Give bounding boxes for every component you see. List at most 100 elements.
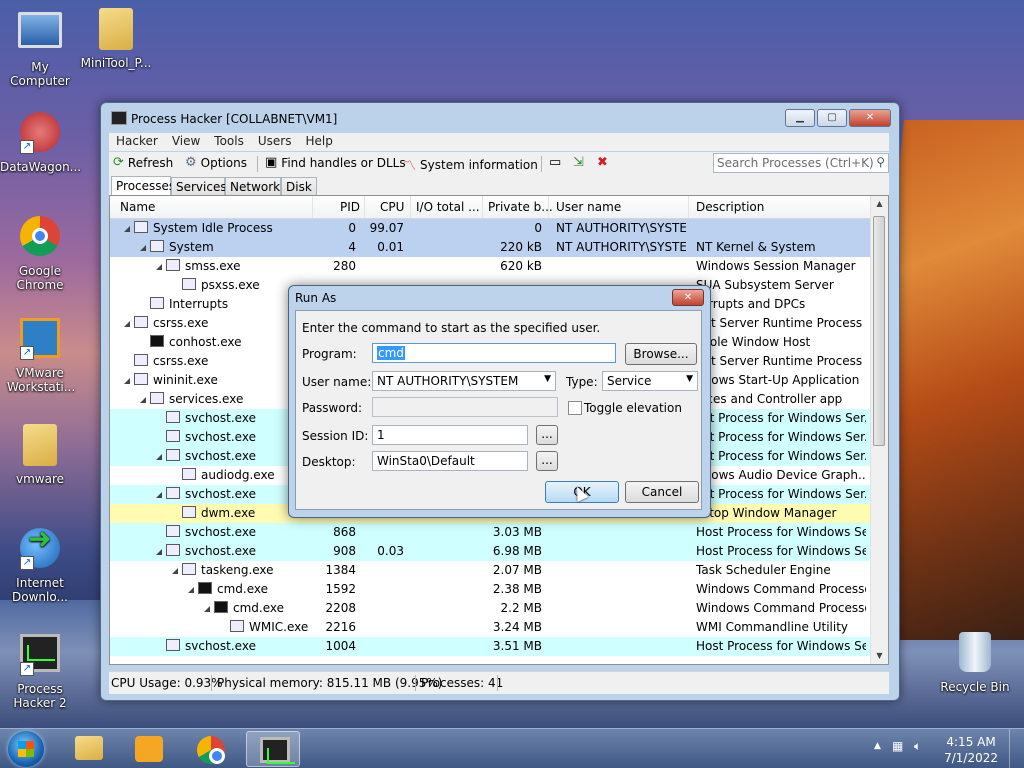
desktop-icon-idm[interactable]: ↗ Internet Downlo... [0, 528, 80, 604]
scroll-down-icon[interactable]: ▼ [871, 648, 888, 664]
collapse-icon[interactable]: ◢ [156, 447, 162, 466]
table-row[interactable]: svchost.exe 1004 3.51 MB Host Process fo… [110, 637, 872, 656]
menu-hacker[interactable]: Hacker [109, 133, 165, 151]
session-id-browse-button[interactable]: ... [536, 425, 558, 445]
collapse-icon[interactable]: ◢ [124, 371, 130, 390]
menu-help[interactable]: Help [298, 133, 339, 151]
col-description[interactable]: Description [696, 200, 764, 214]
menu-users[interactable]: Users [251, 133, 299, 151]
program-label: Program: [302, 347, 357, 361]
table-row[interactable]: WMIC.exe 2216 3.24 MB WMI Commandline Ut… [110, 618, 872, 637]
maximize-button[interactable]: ▢ [817, 109, 847, 127]
password-input[interactable] [372, 397, 558, 417]
minimize-button[interactable]: ▁ [785, 109, 815, 127]
collapse-icon[interactable]: ◢ [188, 580, 194, 599]
toolbar: ⟳ Refresh ⚙ Options ▣ Find handles or DLLs … [109, 152, 889, 177]
taskbar-media-player[interactable] [122, 731, 176, 767]
table-row[interactable]: ◢ cmd.exe 2208 2.2 MB Windows Command Pr… [110, 599, 872, 618]
close-button[interactable]: ✕ [849, 109, 891, 127]
desktop-icon-label: MiniTool_P... [80, 56, 152, 70]
col-private-bytes[interactable]: Private b... [488, 200, 553, 214]
folder-icon [94, 8, 138, 52]
taskbar-chrome[interactable] [184, 731, 238, 767]
menu-tools[interactable]: Tools [207, 133, 251, 151]
collapse-icon[interactable]: ◢ [172, 561, 178, 580]
console-icon [198, 582, 212, 594]
tab-processes[interactable]: Processes [111, 176, 175, 196]
process-icon [166, 411, 180, 423]
desktop-icon-vmware-workstation[interactable]: ↗ VMware Workstati... [0, 318, 80, 394]
collapse-icon[interactable]: ◢ [156, 542, 162, 561]
find-handles-button[interactable]: ▣ Find handles or DLLs [265, 155, 406, 170]
col-cpu[interactable]: CPU [380, 200, 404, 214]
process-icon [166, 544, 180, 556]
cancel-button[interactable]: Cancel [625, 481, 699, 503]
system-information-button[interactable]: 〽 System information [403, 155, 538, 175]
col-io-total[interactable]: I/O total ... [416, 200, 480, 214]
tab-disk[interactable]: Disk [281, 177, 317, 195]
show-hidden-icons-icon[interactable]: ▲ [874, 741, 881, 751]
type-select[interactable]: Service ▼ [602, 371, 698, 391]
table-row[interactable]: ◢ smss.exe 280 620 kB Windows Session Ma… [110, 257, 872, 276]
table-row[interactable]: svchost.exe 868 3.03 MB Host Process for… [110, 523, 872, 542]
collapse-icon[interactable]: ◢ [140, 390, 146, 409]
desktop-input[interactable]: WinSta0\Default [372, 451, 528, 471]
show-desktop-button[interactable] [1009, 729, 1024, 768]
process-icon [166, 430, 180, 442]
browse-button[interactable]: Browse... [625, 343, 697, 365]
col-name[interactable]: Name [120, 200, 155, 214]
collapse-icon[interactable]: ◢ [204, 599, 210, 618]
new-window-button[interactable]: ▭ [549, 155, 561, 170]
process-icon [182, 278, 196, 290]
collapse-icon[interactable]: ◢ [156, 257, 162, 276]
collapse-icon[interactable]: ◢ [124, 219, 130, 238]
desktop-icon-minitool[interactable]: MiniTool_P... [76, 8, 156, 70]
taskbar-process-hacker[interactable] [246, 731, 300, 767]
table-row[interactable]: ◢ cmd.exe 1592 2.38 MB Windows Command P… [110, 580, 872, 599]
user-name-label: User name: [302, 375, 372, 389]
col-pid[interactable]: PID [340, 200, 360, 214]
user-name-combo[interactable]: NT AUTHORITY\SYSTEM ▼ [372, 371, 556, 391]
desktop-icon-label: DataWagon... [0, 160, 82, 174]
dialog-close-button[interactable]: ✕ [672, 289, 704, 306]
desktop-browse-button[interactable]: ... [536, 451, 558, 471]
toggle-elevation-checkbox[interactable] [568, 401, 582, 415]
window-icon: ▭ [549, 155, 562, 170]
desktop-icon-recycle-bin[interactable]: Recycle Bin [934, 632, 1016, 694]
go-button[interactable]: ⇲ [573, 155, 584, 170]
desktop-icon-chrome[interactable]: Google Chrome [0, 216, 80, 292]
search-processes-input[interactable]: Search Processes (Ctrl+K) ⚲ [713, 153, 889, 173]
collapse-icon[interactable]: ◢ [140, 238, 146, 257]
program-input[interactable]: cmd [372, 343, 616, 363]
password-label: Password: [302, 401, 363, 415]
start-button[interactable] [8, 731, 44, 767]
volume-icon[interactable]: 🔈︎ [914, 739, 921, 754]
scroll-up-icon[interactable]: ▲ [871, 196, 888, 212]
table-row[interactable]: ◢ taskeng.exe 1384 2.07 MB Task Schedule… [110, 561, 872, 580]
desktop-icon-process-hacker[interactable]: ↗ Process Hacker 2 [0, 634, 80, 710]
vertical-scrollbar[interactable]: ▲ ▼ [870, 196, 888, 664]
desktop-icon-vmware-folder[interactable]: vmware [0, 424, 80, 486]
network-icon[interactable]: ▦ [892, 739, 903, 753]
scroll-thumb[interactable] [873, 216, 885, 446]
clock[interactable]: 4:15 AM 7/1/2022 [944, 734, 998, 766]
terminate-button[interactable]: ✖ [597, 155, 608, 170]
desktop-icon-datawagon[interactable]: ↗ DataWagon... [0, 112, 82, 174]
tab-services[interactable]: Services [171, 177, 227, 195]
table-row[interactable]: ◢ System 4 0.01 220 kB NT AUTHORITY\SYST… [110, 238, 872, 257]
desktop-icon-my-computer[interactable]: My Computer [0, 8, 80, 88]
collapse-icon[interactable]: ◢ [156, 485, 162, 504]
taskbar-explorer[interactable] [62, 731, 116, 767]
col-user-name[interactable]: User name [556, 200, 621, 214]
menu-view[interactable]: View [165, 133, 207, 151]
tab-network[interactable]: Network [225, 177, 281, 195]
wmi-icon [230, 620, 244, 632]
chevron-down-icon: ▼ [544, 374, 551, 384]
options-button[interactable]: ⚙ Options [185, 155, 247, 170]
session-id-input[interactable]: 1 [372, 425, 528, 445]
table-row[interactable]: ◢ System Idle Process 0 99.07 0 NT AUTHO… [110, 219, 872, 238]
chrome-icon [18, 216, 62, 260]
table-row[interactable]: ◢ svchost.exe 908 0.03 6.98 MB Host Proc… [110, 542, 872, 561]
refresh-button[interactable]: ⟳ Refresh [113, 155, 173, 170]
collapse-icon[interactable]: ◢ [124, 314, 130, 333]
